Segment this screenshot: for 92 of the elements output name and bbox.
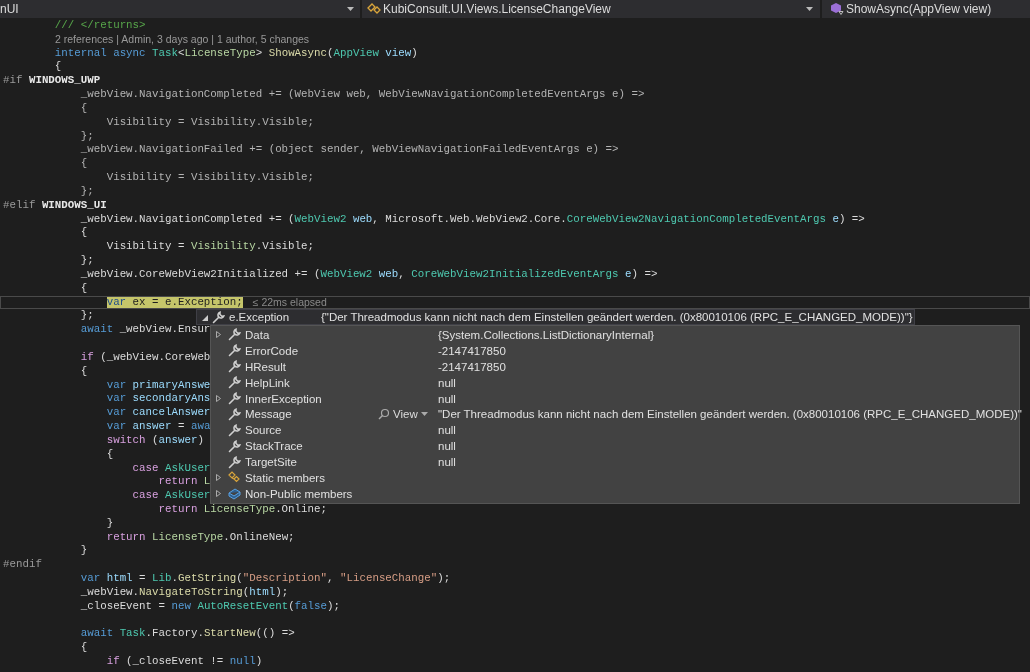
code-line: #endif — [3, 558, 42, 573]
code-line: { — [79, 281, 88, 296]
member-name: StackTrace — [245, 440, 304, 453]
code-line: /// </returns> — [53, 19, 146, 33]
method-icon — [830, 2, 844, 16]
member-value: "Der Threadmodus kann nicht nach dem Einstellen geändert werden. (0x80010106 (RPC_E_CHANGED_MODE))" — [438, 408, 1022, 421]
code-line: _webView.NavigateToString(html); — [79, 585, 289, 600]
expand-arrow-icon[interactable] — [215, 395, 221, 402]
code-line: Visibility = Visibility.Visible; — [105, 115, 314, 130]
code-line: if (_webView.CoreWeb — [79, 350, 211, 365]
wrench-icon — [212, 310, 225, 324]
member-name: HResult — [245, 360, 287, 373]
code-line: } — [79, 544, 88, 559]
member-name: Message — [245, 408, 293, 421]
member-value: null — [438, 392, 456, 405]
wrench-icon — [228, 423, 241, 437]
code-line: _webView.NavigationFailed += (object sender, WebViewNavigationFailedEventArgs e) => — [79, 143, 619, 158]
code-line: return L — [157, 475, 211, 490]
wrench-icon — [228, 455, 241, 469]
static-members-icon — [228, 471, 241, 485]
wrench-icon — [228, 344, 241, 358]
member-value: null — [438, 424, 456, 437]
code-line: _webView.CoreWebView2Initialized += (WebView2 web, CoreWebView2InitializedEventArgs e) => — [79, 267, 658, 282]
member-name: Non-Public members — [245, 487, 354, 500]
code-line: }; — [79, 129, 94, 144]
code-line: { — [105, 447, 114, 462]
code-line: { — [79, 641, 88, 656]
elapsed-time-hint: ≤ 22ms elapsed — [252, 295, 327, 310]
wrench-icon — [228, 439, 241, 453]
code-line: } — [105, 516, 114, 531]
caret-icon[interactable] — [347, 7, 354, 11]
expression-value: {"Der Threadmodus kann nicht nach dem Einstellen geändert werden. (0x80010106 (RPC_E_CHANGED_MODE))"} — [321, 311, 913, 323]
code-line: var html = Lib.GetString("Description", "LicenseChange"); — [79, 572, 451, 586]
project-dropdown[interactable]: nUI — [0, 2, 19, 16]
code-line: case AskUser — [131, 489, 211, 503]
code-line: return LicenseType.OnlineNew; — [105, 530, 295, 545]
code-line: return LicenseType.Online; — [157, 503, 327, 517]
member-name: Data — [245, 328, 271, 341]
code-line: { — [79, 157, 88, 172]
wrench-icon — [228, 360, 241, 374]
code-line: { — [53, 60, 62, 75]
code-line: var cancelAnswer — [105, 406, 211, 420]
expand-arrow-icon[interactable] — [215, 474, 221, 482]
code-line: _closeEvent = new AutoResetEvent(false); — [79, 599, 340, 614]
code-line: var primaryAnswe — [105, 378, 211, 393]
member-name: Source — [245, 424, 283, 437]
code-line: Visibility = Visibility.Visible; — [105, 171, 314, 185]
code-line: _webView.NavigationCompleted += (WebView2 web, Microsoft.Web.WebView2.Core.CoreWebView2NavigationCompletedEventArgs e) => — [79, 212, 865, 227]
code-line: { — [79, 226, 88, 241]
code-line: switch (answer) — [105, 433, 204, 448]
member-name: Static members — [245, 471, 326, 484]
code-line: if (_closeEvent != null) — [105, 655, 263, 669]
code-lens[interactable]: 2 references | Admin, 3 days ago | 1 author, 5 changes — [3, 32, 310, 47]
member-name: TargetSite — [245, 456, 298, 469]
code-line: var answer = awa — [105, 420, 211, 434]
class-icon — [367, 2, 381, 16]
wrench-icon — [228, 328, 241, 342]
code-line: Visibility = Visibility.Visible; — [105, 240, 315, 255]
search-icon — [378, 408, 390, 421]
member-value: null — [438, 440, 456, 453]
wrench-icon — [228, 376, 241, 390]
expand-arrow-icon[interactable] — [215, 331, 221, 339]
expression-name: e.Exception — [229, 311, 291, 323]
wrench-icon — [228, 392, 241, 405]
view-button[interactable]: View — [378, 408, 428, 421]
expand-arrow-icon[interactable] — [215, 490, 221, 498]
code-line: case AskUser — [131, 461, 211, 476]
member-value: {System.Collections.ListDictionaryInternal} — [438, 328, 655, 341]
code-line: await Task.Factory.StartNew(() => — [79, 627, 295, 642]
code-line: #elif WINDOWS_UI — [3, 198, 107, 213]
code-line: var secondaryAns — [105, 392, 211, 407]
code-line: }; — [79, 184, 94, 199]
code-line: }; — [79, 309, 94, 324]
wrench-icon — [228, 407, 241, 421]
member-name: ErrorCode — [245, 344, 300, 357]
box-icon — [228, 487, 241, 501]
member-value: null — [438, 376, 456, 389]
member-name: HelpLink — [245, 376, 291, 389]
code-line: internal async Task<LicenseType> ShowAsync(AppView view) — [53, 46, 418, 61]
caret-icon[interactable] — [806, 7, 813, 11]
code-line: await _webView.Ensur — [79, 323, 211, 338]
code-line: }; — [79, 254, 94, 268]
code-line: #if WINDOWS_UWP — [3, 74, 101, 89]
code-line: { — [79, 101, 88, 116]
code-line: _webView.NavigationCompleted += (WebView web, WebViewNavigationCompletedEventArgs e) => — [79, 88, 645, 102]
caret-icon — [420, 412, 428, 417]
member-value: -2147417850 — [438, 344, 506, 357]
member-value: -2147417850 — [438, 360, 506, 373]
member-name: InnerException — [245, 392, 323, 405]
code-line: { — [79, 364, 88, 379]
member-value: null — [438, 456, 456, 469]
collapse-arrow-icon[interactable] — [201, 313, 208, 321]
